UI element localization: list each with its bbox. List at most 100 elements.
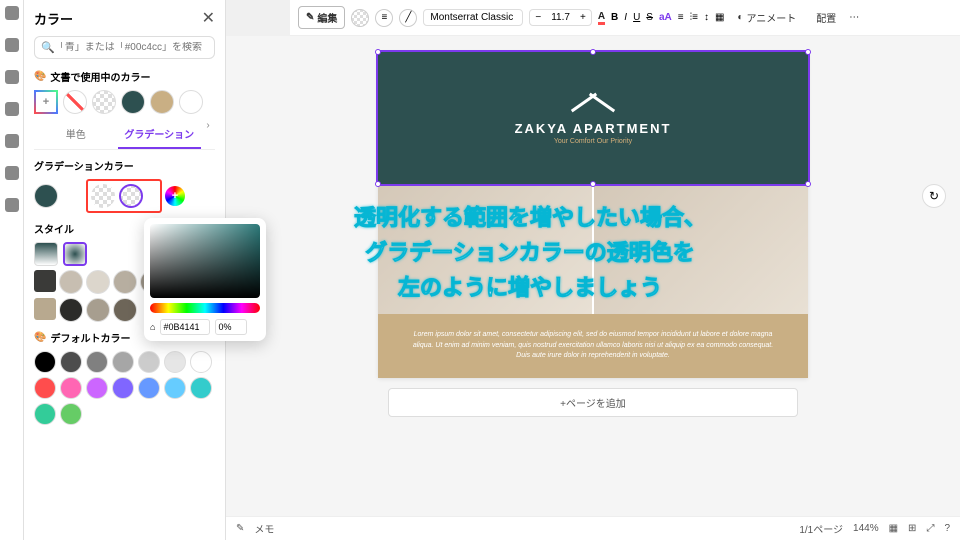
used-colors-label: 🎨文書で使用中のカラー xyxy=(34,69,215,84)
color-swatch[interactable] xyxy=(138,377,160,399)
photo-swatch[interactable] xyxy=(34,298,56,320)
help-icon[interactable]: ? xyxy=(944,523,950,534)
add-gradient-stop[interactable]: + xyxy=(165,186,185,206)
edit-button[interactable]: ✎編集 xyxy=(298,6,345,29)
list-icon[interactable]: ⫶≡ xyxy=(690,12,698,23)
photo-swatch[interactable] xyxy=(59,270,83,294)
text-case-button[interactable]: aA xyxy=(659,12,672,23)
color-swatch[interactable] xyxy=(34,351,56,373)
color-swatch[interactable] xyxy=(63,90,87,114)
chevron-right-icon[interactable]: › xyxy=(201,120,215,149)
text-color-icon[interactable]: A xyxy=(598,11,605,25)
nav-icon[interactable] xyxy=(5,134,19,148)
grid-view-icon[interactable]: ▦ xyxy=(889,523,898,534)
font-selector[interactable]: Montserrat Classic xyxy=(423,9,523,26)
color-swatch[interactable] xyxy=(60,403,82,425)
color-swatch[interactable] xyxy=(60,351,82,373)
hex-input[interactable] xyxy=(160,319,210,335)
nav-icon[interactable] xyxy=(5,6,19,20)
position-button[interactable]: 配置 xyxy=(809,7,843,28)
memo-icon[interactable]: ✎ xyxy=(236,523,244,534)
panel-title: カラー xyxy=(34,9,73,28)
animate-button[interactable]: ◐アニメート xyxy=(730,7,803,28)
color-swatch[interactable] xyxy=(190,377,212,399)
border-style-icon[interactable]: ≡ xyxy=(375,9,393,27)
align-icon[interactable]: ≡ xyxy=(678,12,684,23)
effects-icon[interactable]: ▦ xyxy=(715,12,724,23)
tab-solid[interactable]: 単色 xyxy=(34,120,118,149)
used-colors-row: + xyxy=(34,90,215,114)
add-page-button[interactable]: +ページを追加 xyxy=(388,388,798,417)
gradient-transparent-highlight xyxy=(86,179,162,213)
color-swatch[interactable] xyxy=(112,377,134,399)
color-swatch[interactable] xyxy=(60,377,82,399)
color-swatch[interactable] xyxy=(86,351,108,373)
nav-icon[interactable] xyxy=(5,102,19,116)
nav-icon[interactable] xyxy=(5,70,19,84)
more-icon[interactable]: ⋯ xyxy=(849,12,859,23)
nav-icon[interactable] xyxy=(5,38,19,52)
color-swatch[interactable] xyxy=(86,377,108,399)
search-icon: 🔍 xyxy=(41,41,55,54)
nav-icon[interactable] xyxy=(5,166,19,180)
fullscreen-icon[interactable]: ⤢ xyxy=(926,523,934,534)
style-radial[interactable] xyxy=(63,242,87,266)
eyedropper-icon[interactable]: ⌂ xyxy=(150,322,155,332)
increase-button[interactable]: + xyxy=(575,10,591,25)
photo-swatch[interactable] xyxy=(113,270,137,294)
gradient-stop[interactable] xyxy=(34,184,58,208)
zoom-level[interactable]: 144% xyxy=(853,523,879,534)
style-linear[interactable] xyxy=(34,242,58,266)
bold-button[interactable]: B xyxy=(611,12,618,23)
tagline: Your Comfort Our Priority xyxy=(554,138,632,145)
brand-name: ZAKYA APARTMENT xyxy=(515,121,672,136)
decrease-button[interactable]: − xyxy=(530,10,546,25)
color-swatch[interactable] xyxy=(164,377,186,399)
gradient-stop-transparent[interactable] xyxy=(91,184,115,208)
color-fill-icon[interactable] xyxy=(351,9,369,27)
font-size-stepper[interactable]: − 11.7 + xyxy=(529,9,591,26)
nav-icon[interactable] xyxy=(5,198,19,212)
italic-button[interactable]: I xyxy=(624,12,627,23)
default-palette xyxy=(34,351,215,425)
left-nav-rail xyxy=(0,0,24,540)
color-swatch[interactable] xyxy=(92,90,116,114)
opacity-input[interactable] xyxy=(215,319,247,335)
color-swatch[interactable] xyxy=(138,351,160,373)
tab-gradient[interactable]: グラデーション xyxy=(118,120,202,149)
photo-swatch[interactable] xyxy=(113,298,137,322)
logo-roof-icon xyxy=(569,91,617,115)
color-search[interactable]: 🔍 xyxy=(34,36,215,59)
search-input[interactable] xyxy=(55,42,208,53)
color-swatch[interactable] xyxy=(121,90,145,114)
font-size-value[interactable]: 11.7 xyxy=(546,10,575,25)
border-weight-icon[interactable]: ╱ xyxy=(399,9,417,27)
photo-swatch[interactable] xyxy=(86,298,110,322)
color-swatch[interactable] xyxy=(164,351,186,373)
memo-label[interactable]: メモ xyxy=(254,521,274,536)
color-swatch[interactable] xyxy=(190,351,212,373)
photo-swatch[interactable] xyxy=(59,298,83,322)
strike-button[interactable]: S xyxy=(646,12,653,23)
photo-swatch[interactable] xyxy=(34,270,56,292)
page-indicator[interactable]: 1/1ページ xyxy=(799,521,843,536)
close-icon[interactable]: ✕ xyxy=(202,8,215,28)
refresh-icon[interactable]: ↻ xyxy=(922,184,946,208)
thumbnail-icon[interactable]: ⊞ xyxy=(908,523,916,534)
color-swatch[interactable] xyxy=(34,403,56,425)
footer-bar: ✎ メモ 1/1ページ 144% ▦ ⊞ ⤢ ? xyxy=(226,516,960,540)
spacing-icon[interactable]: ↕ xyxy=(704,12,709,23)
header-banner[interactable]: ZAKYA APARTMENT Your Comfort Our Priorit… xyxy=(378,52,808,184)
color-swatch[interactable] xyxy=(112,351,134,373)
color-tabs: 単色 グラデーション › xyxy=(34,120,215,150)
underline-button[interactable]: U xyxy=(633,12,640,23)
gradient-color-label: グラデーションカラー xyxy=(34,158,215,173)
color-swatch[interactable] xyxy=(150,90,174,114)
color-swatch[interactable] xyxy=(34,377,56,399)
photo-swatch[interactable] xyxy=(86,270,110,294)
add-color-button[interactable]: + xyxy=(34,90,58,114)
color-swatch[interactable] xyxy=(179,90,203,114)
gradient-stop-transparent[interactable] xyxy=(119,184,143,208)
lorem-text[interactable]: Lorem ipsum dolor sit amet, consectetur … xyxy=(378,314,808,378)
top-toolbar: ✎編集 ≡ ╱ Montserrat Classic − 11.7 + A B … xyxy=(290,0,960,36)
